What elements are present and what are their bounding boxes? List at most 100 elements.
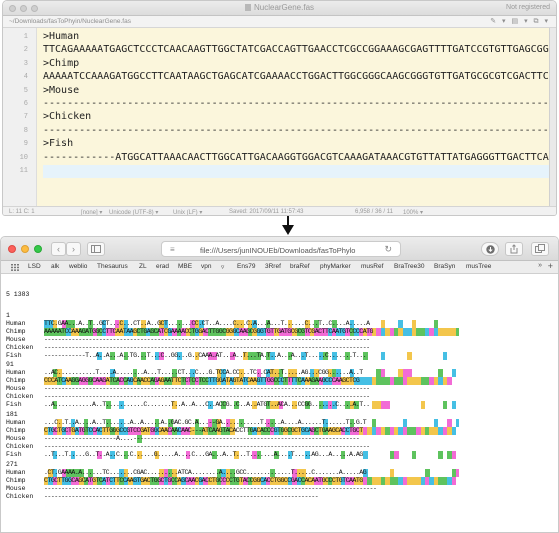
sequence: ...C..T..A....A..T.......A..A.....A..GAC… <box>44 419 459 427</box>
tabs-button[interactable] <box>531 242 549 256</box>
document-icon <box>244 4 251 11</box>
close-window-button[interactable] <box>8 245 16 253</box>
bookmark-item[interactable]: braRef <box>290 263 310 270</box>
document-counts: 6,958 / 36 / 11 <box>355 209 393 215</box>
line-number: 4 <box>23 73 28 82</box>
base-cell-C <box>380 320 386 328</box>
encoding-select[interactable]: Unicode (UTF-8) ▾ <box>109 209 158 215</box>
more-bookmarks-button[interactable]: » <box>538 262 542 269</box>
taxon-name: Mouse <box>6 435 26 442</box>
forward-button[interactable]: › <box>66 242 81 256</box>
sequence: ----------------------------------------… <box>44 443 459 451</box>
sequence-row: Mouse -----------------------------------… <box>6 336 370 344</box>
code-line[interactable]: >Chimp <box>43 58 79 69</box>
sequence: ----------------------------------------… <box>44 393 459 401</box>
bookmark-item[interactable]: MBE <box>178 263 192 270</box>
bookmark-item[interactable]: Ens79 <box>237 263 255 270</box>
sidebar-button[interactable] <box>87 242 105 256</box>
base-cell-T <box>380 352 386 360</box>
bookmark-item[interactable]: BraTree30 <box>394 263 424 270</box>
address-bar[interactable]: ≡ file:///Users/junINOUEb/Downloads/fasT… <box>161 241 401 257</box>
sequence-text: ----------------------------------------… <box>44 493 319 500</box>
line-endings-select[interactable]: Unix (LF) ▾ <box>173 209 202 215</box>
editor-titlebar: NuclearGene.fas Not registered <box>3 1 556 16</box>
bookmark-item[interactable]: alk <box>51 263 59 270</box>
sequence-text: ----------------------------------------… <box>44 336 370 343</box>
line-number: 10 <box>19 153 28 162</box>
minimize-window-button[interactable] <box>21 245 29 253</box>
sequence-text: ----------------------------------------… <box>44 385 370 392</box>
taxon-name: Human <box>6 469 26 476</box>
sequence-row: Mouse -----------------------------------… <box>6 385 370 393</box>
alignment-block: 271 Human .CT.GAAAA.A......TC.......CGAC..… <box>6 461 459 501</box>
base-cell-T <box>455 419 459 427</box>
code-line[interactable]: ----------------------------------------… <box>43 98 550 109</box>
saved-timestamp: Saved: 2017/09/11 11:57:43 <box>229 209 304 215</box>
back-button[interactable]: ‹ <box>51 242 66 256</box>
taxon-name: Mouse <box>6 385 26 392</box>
bookmark-item[interactable]: ▿ <box>221 263 224 271</box>
downloads-button[interactable] <box>481 242 499 256</box>
url-text[interactable]: file:///Users/junINOUEb/Downloads/fasToP… <box>200 246 355 255</box>
reader-menu-icon[interactable]: ≡ <box>170 245 175 254</box>
sequence: CTGCTGCTGATGTCCACTTGGGCCGTCCGATGGCAACAAC… <box>44 427 459 435</box>
new-tab-button[interactable]: + <box>548 261 553 271</box>
editor-text-area[interactable]: 1 2 3 4 5 6 7 8 9 10 11 >Human TTCAGAAAAATGAGCTCCCT… <box>3 28 556 206</box>
top-sites-grid-icon[interactable] <box>11 264 19 271</box>
editor-scrollbar[interactable] <box>549 28 556 206</box>
base-cell-T <box>451 401 457 409</box>
text-editor-window: NuclearGene.fas Not registered ~/Downloa… <box>2 0 557 216</box>
sequence-text: CCCATCAAGGAGGGCAAGATCACCAGCAACCAGAGAATTC… <box>44 377 360 384</box>
sequence-text: ...C..T..A....A..T.......A..A.....A..GAC… <box>44 419 367 426</box>
base-cell-C <box>411 320 417 328</box>
code-line[interactable]: >Chicken <box>43 111 91 122</box>
pathbar-controls[interactable]: ✎ ▾ ▤ ▾ ⧉ ▾ <box>490 17 550 26</box>
line-number: 2 <box>23 46 28 55</box>
taxon-name: Mouse <box>6 336 26 343</box>
sequence-row: Human ...C..T..A....A..T.......A..A.....A… <box>6 419 459 427</box>
code-line[interactable]: AAAAATCCAAAGATGGCCTTCAATAAGCTGAGCATCGAAA… <box>43 71 550 82</box>
bookmark-item[interactable]: ZL <box>139 263 147 270</box>
bookmark-item[interactable]: weblio <box>69 263 87 270</box>
bookmark-item[interactable]: Thesaurus <box>97 263 128 270</box>
sequence-row: Mouse ---------------------A....---------… <box>6 435 360 443</box>
base-cell-A <box>455 328 459 336</box>
file-path[interactable]: ~/Downloads/fasToPhyin/NuclearGene.fas <box>9 18 131 25</box>
alignment-block: 91 Human ..AC...........T....A........A...… <box>6 361 457 409</box>
syntax-mode-select[interactable]: [none] ▾ <box>81 209 102 215</box>
code-line[interactable]: >Mouse <box>43 85 79 96</box>
sequence-text: ..AC...........T....A........A...T.....C… <box>44 369 363 376</box>
taxon-name: Human <box>6 369 26 376</box>
base-cell-G <box>447 377 452 385</box>
sequence-text: ----------------------------------------… <box>44 443 370 450</box>
bookmark-item[interactable]: musTree <box>466 263 491 270</box>
bookmark-item[interactable]: 3Rref <box>265 263 281 270</box>
download-icon <box>485 245 495 254</box>
code-line[interactable]: >Human <box>43 31 79 42</box>
cursor-position: L: 11 C: 1 <box>9 209 35 215</box>
bookmark-item[interactable]: LSD <box>28 263 41 270</box>
reload-icon[interactable]: ↻ <box>384 244 392 255</box>
sequence: ----------------------------------------… <box>44 493 459 501</box>
registration-status[interactable]: Not registered <box>506 4 550 11</box>
bookmark-item[interactable]: erad <box>156 263 169 270</box>
zoom-window-button[interactable] <box>34 245 42 253</box>
bookmark-item[interactable]: phyMarker <box>320 263 351 270</box>
sequence: CTGCTTGGCAGCATGTCATCTTCCAAGTGACTGGCTGCCA… <box>44 477 459 485</box>
line-number: 7 <box>23 113 28 122</box>
share-button[interactable] <box>505 242 523 256</box>
code-line[interactable]: TTCAGAAAAATGAGCTCCCTCAACAAGTTGGCTATCGACC… <box>43 44 550 55</box>
sequence-text: ..A...........A..T...........C.......T..… <box>44 401 370 408</box>
zoom-select[interactable]: 100% ▾ <box>403 209 423 215</box>
sequence: AAAAATCCAAAGATGGCCTTCAATAAGCTGAGCATCGAAA… <box>44 328 459 336</box>
base-cell-T <box>451 427 457 435</box>
code-line[interactable]: >Fish <box>43 138 73 149</box>
bookmark-item[interactable]: musRef <box>361 263 383 270</box>
code-line[interactable]: ----------------------------------------… <box>43 125 550 136</box>
bookmark-item[interactable]: vpn <box>201 263 211 270</box>
code-lines[interactable]: >Human TTCAGAAAAATGAGCTCCCTCAACAAGTTGGCTA… <box>43 28 550 206</box>
code-line[interactable]: ------------ATGGCATTAAACAACTTGGCATTGACAA… <box>43 152 550 163</box>
bookmark-item[interactable]: BraSyn <box>434 263 455 270</box>
editor-title-text: NuclearGene.fas <box>253 3 315 12</box>
taxon-name: Mouse <box>6 485 26 492</box>
